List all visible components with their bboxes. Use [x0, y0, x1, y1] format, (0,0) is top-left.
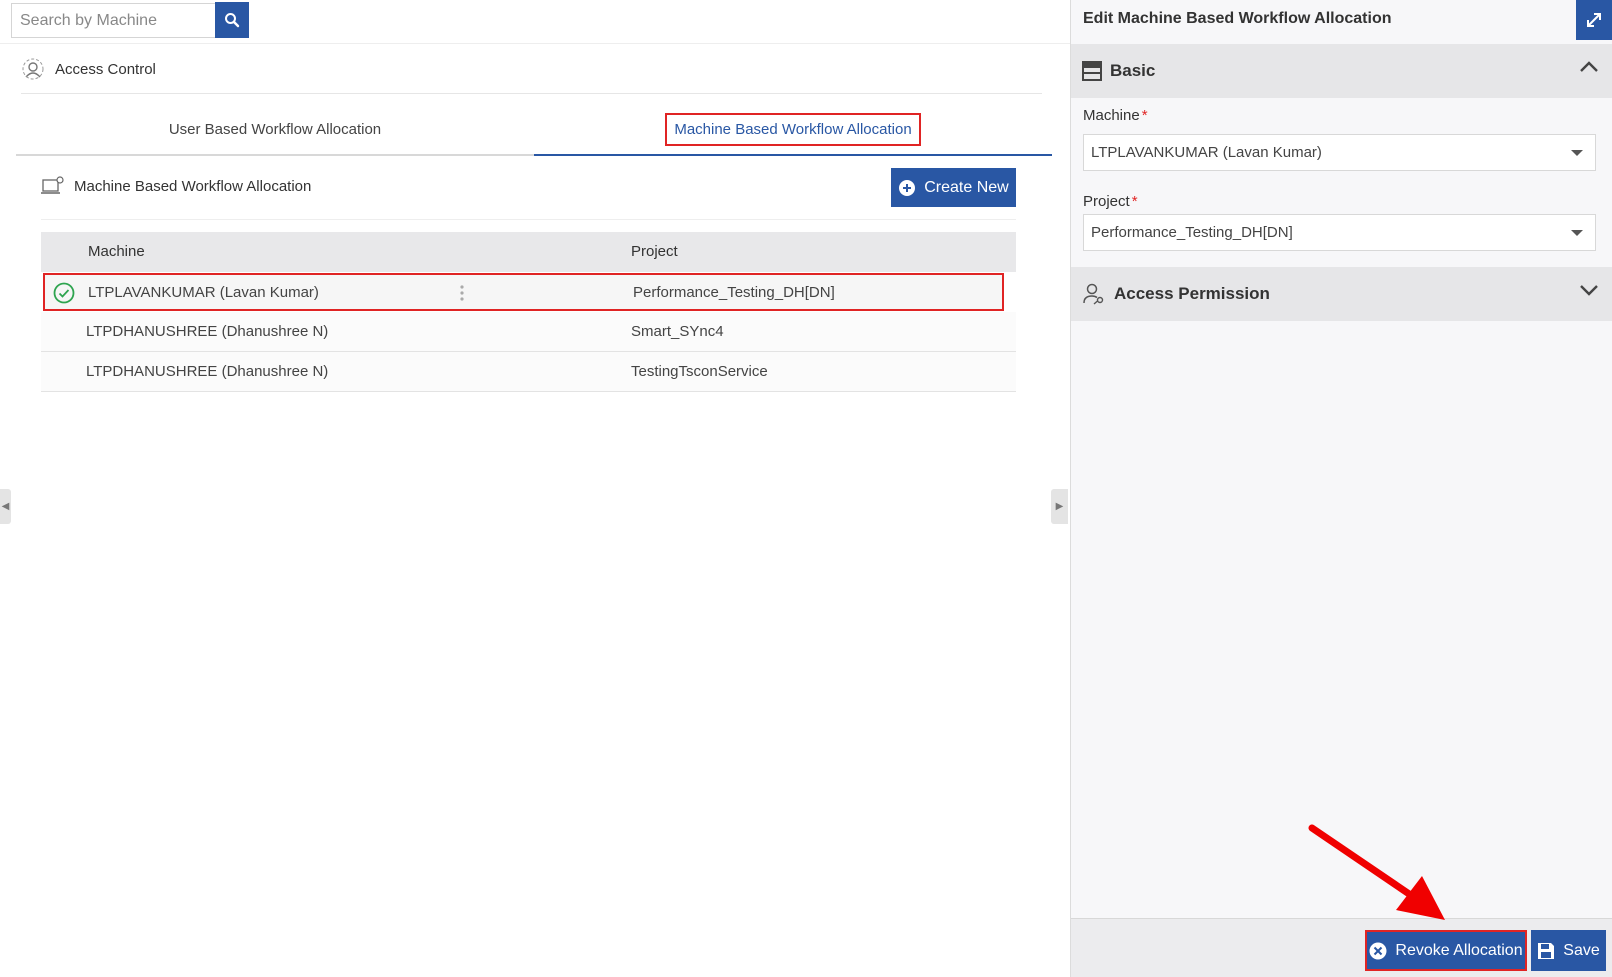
cell-project: Smart_SYnc4 [631, 323, 724, 340]
tab-user-based[interactable]: User Based Workflow Allocation [16, 104, 534, 154]
required-mark: * [1131, 193, 1138, 210]
create-new-label: Create New [924, 178, 1009, 196]
user-key-icon [1083, 283, 1104, 305]
machine-select[interactable]: LTPLAVANKUMAR (Lavan Kumar) [1083, 134, 1596, 171]
search-icon [225, 13, 240, 28]
tab-label: User Based Workflow Allocation [168, 120, 382, 138]
cell-project: Performance_Testing_DH[DN] [633, 284, 835, 301]
basic-section-header[interactable]: Basic [1071, 44, 1612, 98]
collapse-right-icon: ▶ [1055, 501, 1064, 512]
required-mark: * [1141, 107, 1148, 124]
machine-label-text: Machine [1083, 107, 1140, 124]
table-row[interactable]: LTPLAVANKUMAR (Lavan Kumar) Performance_… [43, 273, 1004, 311]
collapse-left-icon: ◀ [1, 501, 10, 512]
table-row[interactable]: LTPDHANUSHREE (Dhanushree N) TestingTsco… [41, 352, 1016, 392]
project-label-text: Project [1083, 193, 1130, 210]
plus-circle-icon [899, 179, 916, 196]
main-pane: Access Control User Based Workflow Alloc… [0, 0, 1070, 977]
section-title: Machine Based Workflow Allocation [41, 176, 311, 196]
column-header-project: Project [631, 243, 678, 260]
collapse-right-handle[interactable]: ▶ [1051, 489, 1068, 524]
active-tab-indicator [534, 154, 1052, 156]
breadcrumb: Access Control [21, 55, 156, 83]
cell-machine: LTPDHANUSHREE (Dhanushree N) [86, 363, 329, 380]
chevron-down-icon [1580, 285, 1598, 296]
create-new-button[interactable]: Create New [891, 168, 1016, 207]
tab-machine-based[interactable]: Machine Based Workflow Allocation [534, 104, 1052, 154]
allocation-table: Machine Project LTPLAVANKUMAR (Lavan Kum… [41, 232, 1016, 392]
collapse-left-handle[interactable]: ◀ [0, 489, 11, 524]
cell-machine: LTPLAVANKUMAR (Lavan Kumar) [88, 284, 319, 301]
search-input[interactable] [11, 3, 216, 38]
section-title-text: Machine Based Workflow Allocation [74, 177, 312, 195]
project-select-value: Performance_Testing_DH[DN] [1091, 224, 1293, 241]
divider [21, 93, 1042, 94]
save-label: Save [1563, 941, 1600, 959]
save-icon [1538, 942, 1555, 959]
cell-machine: LTPDHANUSHREE (Dhanushree N) [86, 323, 329, 340]
access-permission-section-header[interactable]: Access Permission [1071, 267, 1612, 321]
tab-bar: User Based Workflow Allocation Machine B… [16, 104, 1052, 156]
section-header: Machine Based Workflow Allocation Create… [41, 168, 1016, 220]
search-bar [0, 0, 1070, 44]
search-button[interactable] [215, 2, 249, 38]
table-header: Machine Project [41, 232, 1016, 272]
cell-project: TestingTsconService [631, 363, 768, 380]
panel-title: Edit Machine Based Workflow Allocation [1083, 10, 1392, 27]
tab-label: Machine Based Workflow Allocation [665, 112, 921, 146]
close-circle-icon [1369, 942, 1387, 959]
check-circle-icon [53, 282, 75, 304]
machine-select-value: LTPLAVANKUMAR (Lavan Kumar) [1091, 144, 1322, 161]
table-row[interactable]: LTPDHANUSHREE (Dhanushree N) Smart_SYnc4 [41, 312, 1016, 352]
revoke-allocation-label: Revoke Allocation [1395, 941, 1523, 959]
kebab-icon[interactable] [459, 284, 465, 302]
chevron-up-icon [1580, 61, 1598, 72]
access-control-icon [22, 58, 44, 80]
expand-icon [1587, 13, 1601, 27]
project-field-label: Project * [1083, 193, 1138, 210]
save-button[interactable]: Save [1531, 930, 1606, 971]
breadcrumb-label: Access Control [55, 60, 156, 78]
chevron-down-icon [1571, 150, 1583, 156]
machine-field-label: Machine * [1083, 107, 1148, 124]
project-select[interactable]: Performance_Testing_DH[DN] [1083, 214, 1596, 251]
revoke-allocation-button[interactable]: Revoke Allocation [1365, 930, 1527, 971]
expand-button[interactable] [1576, 0, 1612, 40]
column-header-machine: Machine [88, 243, 145, 260]
basic-section-label: Basic [1110, 61, 1156, 80]
laptop-gear-icon [41, 176, 64, 194]
annotation-arrow [1308, 824, 1445, 920]
access-permission-label: Access Permission [1114, 284, 1270, 303]
form-icon [1082, 61, 1102, 81]
chevron-down-icon [1571, 230, 1583, 236]
